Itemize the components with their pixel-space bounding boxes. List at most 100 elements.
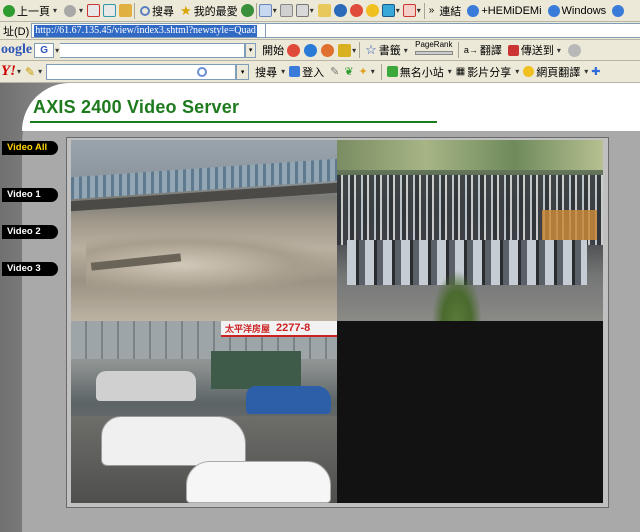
chevron-down-icon: ▾	[38, 67, 43, 76]
wretch-icon	[386, 66, 398, 77]
star-icon: ★	[180, 2, 192, 18]
google-search-button[interactable]: G	[34, 42, 55, 58]
google-search-dropdown[interactable]: ▾	[245, 42, 257, 58]
link-more[interactable]	[609, 2, 627, 20]
yahoo-search-input[interactable]	[46, 63, 237, 80]
address-input[interactable]: http://61.67.135.45/view/index3.shtml?ne…	[31, 23, 267, 38]
google-toolbar: oogle G ▾ ▾ 開始 ▾ ☆ 書籤 ▾ PageRank a→ 翻譯 傳…	[0, 40, 640, 61]
mail-icon[interactable]	[258, 4, 272, 17]
stop-icon[interactable]	[87, 4, 101, 17]
yahoo-logo[interactable]: Y!	[0, 63, 16, 80]
video-feed-0[interactable]	[71, 140, 337, 321]
block-icon[interactable]	[402, 4, 416, 17]
chevron-down-icon[interactable]: ▾	[416, 6, 422, 15]
page-title: AXIS 2400 Video Server	[33, 97, 240, 117]
video-feed-1[interactable]	[337, 140, 603, 321]
back-arrow-icon	[3, 4, 15, 17]
bookmarks-label: 書籤	[378, 45, 401, 57]
link-hemidemi-label: +HEMiDEMi	[481, 4, 542, 17]
white-van	[101, 416, 246, 466]
pagerank-indicator[interactable]: PageRank	[412, 41, 456, 59]
page-icon	[612, 4, 625, 17]
search-icon	[197, 66, 208, 77]
yahoo-toolbar: Y! ▾ ✎ ▾ ▾ 搜尋 ▾ 登入 ✎ ❦ ✦ ▾ 無名小站 ▾ ▦ 影片分享…	[0, 61, 640, 83]
gear-icon: ✦	[358, 66, 368, 78]
address-label: 址(D)	[3, 25, 30, 38]
address-url[interactable]: http://61.67.135.45/view/index3.shtml?ne…	[34, 24, 257, 37]
login-button[interactable]: 登入	[286, 63, 327, 81]
edit-pen-icon[interactable]: ✎	[327, 65, 342, 78]
globe-icon[interactable]	[333, 4, 347, 17]
nav-video-3[interactable]: Video 3	[2, 262, 58, 276]
link-windows[interactable]: Windows	[545, 2, 610, 20]
page-translate-button[interactable]: 網頁翻譯	[520, 63, 583, 81]
chevron-down-icon[interactable]: ▾	[272, 6, 278, 15]
address-input-blank[interactable]	[266, 23, 640, 38]
tools-button[interactable]: ✦ ▾	[356, 63, 379, 81]
back-label: 上一頁	[17, 5, 50, 18]
google-logo[interactable]: oogle	[0, 42, 32, 58]
chevron-down-icon[interactable]: ▾	[395, 6, 401, 15]
login-icon	[289, 66, 301, 77]
spell-icon[interactable]	[321, 43, 335, 57]
back-button[interactable]: 上一頁 ▾	[0, 2, 61, 20]
google-go-button[interactable]: 開始	[259, 41, 287, 59]
chevron-down-icon[interactable]: ▾	[309, 6, 315, 15]
standard-toolbar: 上一頁 ▾ ▾ 搜尋 ★ 我的最愛 ▾ ▾ ▾ ▾ » 連結 +HEMiDEMi…	[0, 0, 640, 22]
highlight-button[interactable]: ✎ ▾	[22, 63, 46, 81]
toolbar-divider	[255, 2, 257, 19]
video-feed-3[interactable]	[337, 321, 603, 503]
research-icon[interactable]	[381, 4, 395, 17]
search-label: 搜尋	[152, 5, 175, 18]
link-windows-label: Windows	[561, 4, 607, 17]
chevron-down-icon[interactable]: ▾	[78, 6, 84, 15]
history-icon[interactable]	[240, 4, 254, 17]
chevron-down-icon[interactable]: ▾	[52, 6, 58, 15]
home-icon[interactable]	[119, 4, 133, 17]
nav-video-2[interactable]: Video 2	[2, 225, 58, 239]
smiley-icon[interactable]	[365, 4, 379, 17]
translate-label: 翻譯	[479, 45, 502, 57]
chevron-more-icon[interactable]: »	[427, 5, 437, 16]
chevron-down-icon: ▾	[556, 45, 561, 55]
yahoo-search-dropdown[interactable]: ▾	[236, 63, 250, 80]
shop-sign-phone: 2277-8	[276, 322, 311, 334]
print-icon[interactable]	[279, 4, 293, 17]
more-icon[interactable]: ✚	[589, 65, 602, 78]
video-share-button[interactable]: ▦ 影片分享	[453, 63, 514, 81]
login-label: 登入	[302, 66, 325, 79]
pagerank-bar	[414, 51, 453, 55]
toolbar-divider	[457, 42, 459, 58]
translate-button[interactable]: a→ 翻譯	[461, 41, 505, 59]
favorites-button[interactable]: ★ 我的最愛	[177, 2, 241, 20]
search-icon	[140, 5, 151, 16]
link-hemidemi[interactable]: +HEMiDEMi	[464, 2, 544, 20]
chevron-down-icon[interactable]: ▾	[351, 46, 357, 55]
nav-video-all[interactable]: Video All	[2, 141, 58, 155]
chevron-down-icon: ▾	[403, 45, 408, 55]
nav-video-1[interactable]: Video 1	[2, 188, 58, 202]
video-feed-2[interactable]: 太平洋房屋 2277-8	[71, 321, 337, 503]
discuss-icon[interactable]	[317, 4, 331, 17]
yahoo-search-button[interactable]: 搜尋	[252, 63, 280, 81]
wretch-button[interactable]: 無名小站	[384, 63, 447, 81]
bookmarks-button[interactable]: ☆ 書籤 ▾	[362, 41, 412, 59]
page-icon	[467, 4, 480, 17]
toolbar-divider	[134, 2, 136, 19]
messenger-icon[interactable]	[349, 4, 363, 17]
plant-foreground	[432, 270, 482, 321]
forward-button[interactable]: ▾	[61, 2, 87, 20]
translate-icon	[523, 66, 535, 77]
browse-icon[interactable]	[304, 43, 318, 57]
search-button[interactable]: 搜尋	[137, 2, 177, 20]
refresh-icon[interactable]	[103, 4, 117, 17]
pencil-icon[interactable]	[567, 43, 581, 57]
autofill-icon[interactable]	[338, 43, 352, 57]
google-search-input[interactable]	[60, 42, 246, 58]
antispy-icon[interactable]: ❦	[342, 65, 355, 78]
blocker-icon[interactable]	[287, 43, 301, 57]
page-translate-label: 網頁翻譯	[536, 66, 581, 79]
send-icon	[507, 44, 519, 56]
send-to-button[interactable]: 傳送到 ▾	[505, 41, 565, 59]
edit-icon[interactable]	[295, 4, 309, 17]
